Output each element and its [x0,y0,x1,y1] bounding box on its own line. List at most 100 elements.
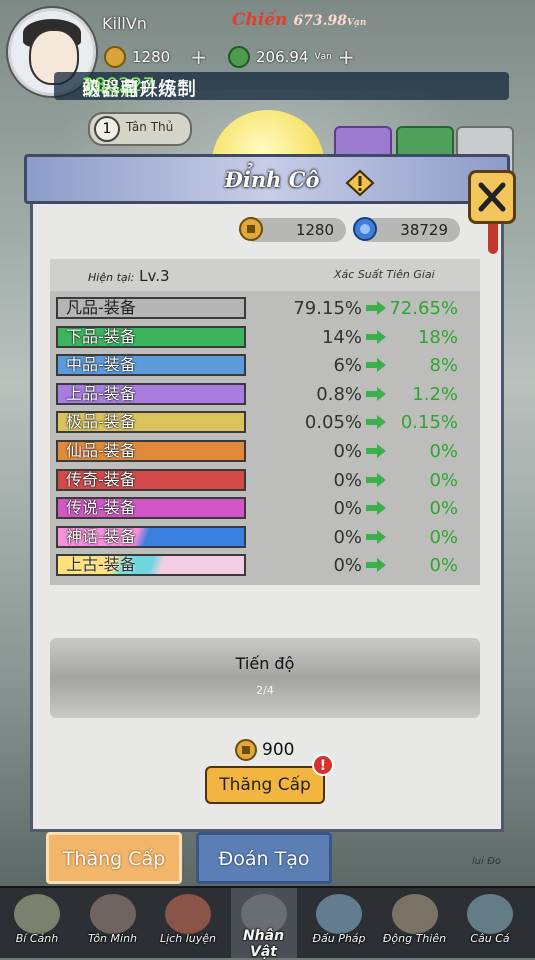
rank-label: Tân Thủ [126,120,174,134]
combat-power-value: 673.98 [293,13,348,29]
quality-name: 上古-装备 [56,554,246,577]
nav-item-icon [14,894,60,934]
player-name: KillVn [102,14,147,33]
arrow-right-icon [366,301,386,315]
arrow-right-icon [366,529,386,544]
jade-amount: 206.94 [256,48,309,66]
nav-item[interactable]: Câu Cá [457,888,523,958]
quality-row: 上品-装备 0.8% 1.2% [50,381,480,408]
nav-item-icon [316,894,362,934]
add-jade-icon[interactable]: + [338,45,355,69]
quality-row: 极品-装备 0.05% 0.15% [50,409,480,436]
upgrade-cost: 900 [234,738,294,762]
nav-item[interactable]: Động Thiên [382,888,448,958]
nav-item[interactable]: Lịch luyện [155,888,221,958]
rank-badge: 1 Tân Thủ [88,112,192,146]
table-header: Hiện tại: Lv.3 Xác Suất Tiên Giai [50,259,480,291]
current-level-header: Hiện tại: Lv.3 [88,267,170,285]
panel-gold-pill: 1280 [239,217,346,242]
nav-item-label: Câu Cá [470,932,510,945]
rank-number: 1 [94,116,120,142]
quality-name: 极品-装备 [56,411,246,434]
quality-row: 神话-装备 0% 0% [50,524,480,551]
panel-header: Đỉnh Cô [24,154,510,204]
quality-rate-table: Hiện tại: Lv.3 Xác Suất Tiên Giai 凡品-装备 7… [50,259,480,585]
nav-item[interactable]: Tôn Minh [80,888,146,958]
arrow-right-icon [366,386,386,401]
gold-amount: 1280 [132,48,171,66]
current-rate: 0% [333,526,362,548]
nav-item-label: Nhân Vật [242,928,285,960]
arrow-right-icon [366,558,386,573]
gold-coin-icon [104,46,126,68]
nav-item[interactable]: Bí Cảnh [4,888,70,958]
arrow-right-icon [366,501,386,516]
combat-power-label: Chiến [232,10,288,30]
current-rate: 0.8% [316,383,362,405]
gold-coin-icon [235,739,257,761]
gold-coin-icon [239,217,263,241]
nav-item-label: Đấu Pháp [312,932,366,945]
close-button[interactable] [468,170,516,224]
server-announcement: 初心者 100227 的器鼎升级到 28 级，可以炼制 [54,72,509,100]
nav-item-icon [89,894,136,934]
quality-row: 仙品-装备 0% 0% [50,438,480,465]
nav-item-label: Động Thiên [382,932,447,945]
arrow-right-icon [366,472,386,487]
nav-item[interactable]: Nhân Vật [230,888,297,960]
quality-name: 中品-装备 [56,354,246,377]
arrow-right-icon [366,358,386,373]
next-rate: 0% [429,526,458,548]
next-rate: 0% [429,469,458,491]
quality-row: 凡品-装备 79.15% 72.65% [50,295,480,322]
progress-label: Tiến độ [235,654,295,673]
current-rate: 0% [333,555,362,577]
side-label: lui Đo [472,856,501,867]
current-rate: 0% [333,441,362,462]
upgrade-cost-amount: 900 [262,740,295,760]
current-rate: 6% [333,355,362,377]
add-gold-icon[interactable]: + [190,45,207,69]
progress-section: Tiến độ 2/4 [50,638,480,718]
nav-item-icon [165,894,211,934]
quality-name: 仙品-装备 [56,440,246,462]
tab-upgrade[interactable]: Thăng Cấp [46,832,182,884]
upgrade-button[interactable]: Thăng Cấp [205,766,325,804]
warning-icon[interactable] [345,169,375,197]
current-rate: 14% [321,326,362,348]
combat-power: Chiến 673.98Vạn [232,10,372,38]
next-rate: 0% [429,441,458,462]
current-level-label: Hiện tại: [88,271,135,284]
quality-name: 凡品-装备 [56,297,246,319]
alert-badge: ! [312,754,334,776]
quality-name: 上品-装备 [56,382,246,405]
tassel-decoration [488,224,498,254]
quality-name: 神话-装备 [56,525,246,548]
current-rate: 0% [333,469,362,491]
jade-unit: Vạn [314,52,332,62]
announcement-suffix: 级，可以炼制 [82,78,197,100]
rate-header: Xác Suất Tiên Giai [334,268,435,281]
spirit-stone-icon [353,217,377,241]
arrow-right-icon [366,444,386,458]
tab-forge[interactable]: Đoán Tạo [196,832,332,884]
next-rate: 0% [429,498,458,520]
gold-resource: 1280 + [104,44,207,70]
quality-name: 传说-装备 [56,497,246,520]
nav-item-label: Bí Cảnh [15,932,59,945]
arrow-right-icon [366,415,386,430]
current-rate: 0% [333,498,362,520]
quality-row: 上古-装备 0% 0% [50,552,480,579]
quality-row: 传说-装备 0% 0% [50,495,480,522]
next-rate: 8% [429,355,458,377]
quality-row: 下品-装备 14% 18% [50,324,480,351]
jade-icon [228,46,250,68]
quality-name: 下品-装备 [56,325,246,348]
current-rate: 0.05% [304,412,362,434]
next-rate: 18% [417,326,458,348]
nav-item[interactable]: Đấu Pháp [306,888,372,958]
next-rate: 0% [429,555,458,577]
panel-gem-pill: 38729 [353,217,460,242]
nav-item-label: Tôn Minh [87,932,138,945]
quality-row: 传奇-装备 0% 0% [50,467,480,494]
